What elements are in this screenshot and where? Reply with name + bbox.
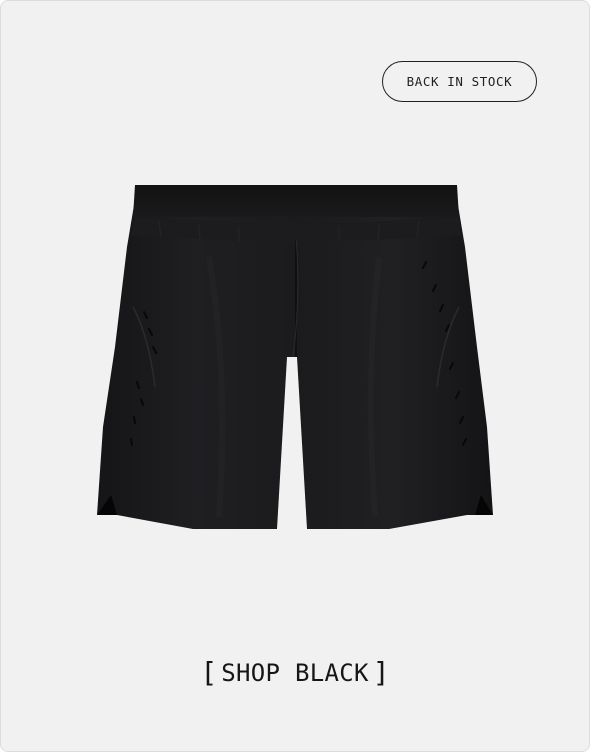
product-card[interactable]: BACK IN STOCK [SHOP BLACK] — [0, 0, 590, 752]
product-image-shorts[interactable] — [89, 177, 503, 539]
back-in-stock-badge: BACK IN STOCK — [382, 61, 537, 102]
badge-label: BACK IN STOCK — [406, 74, 513, 89]
cta-close-bracket: ] — [372, 656, 390, 689]
cta-label: SHOP BLACK — [221, 659, 369, 687]
shop-black-button[interactable]: [ SHOP BLACK ] — [1, 653, 589, 693]
shorts-waistband — [133, 185, 459, 217]
cta-open-bracket: [ — [200, 656, 218, 689]
